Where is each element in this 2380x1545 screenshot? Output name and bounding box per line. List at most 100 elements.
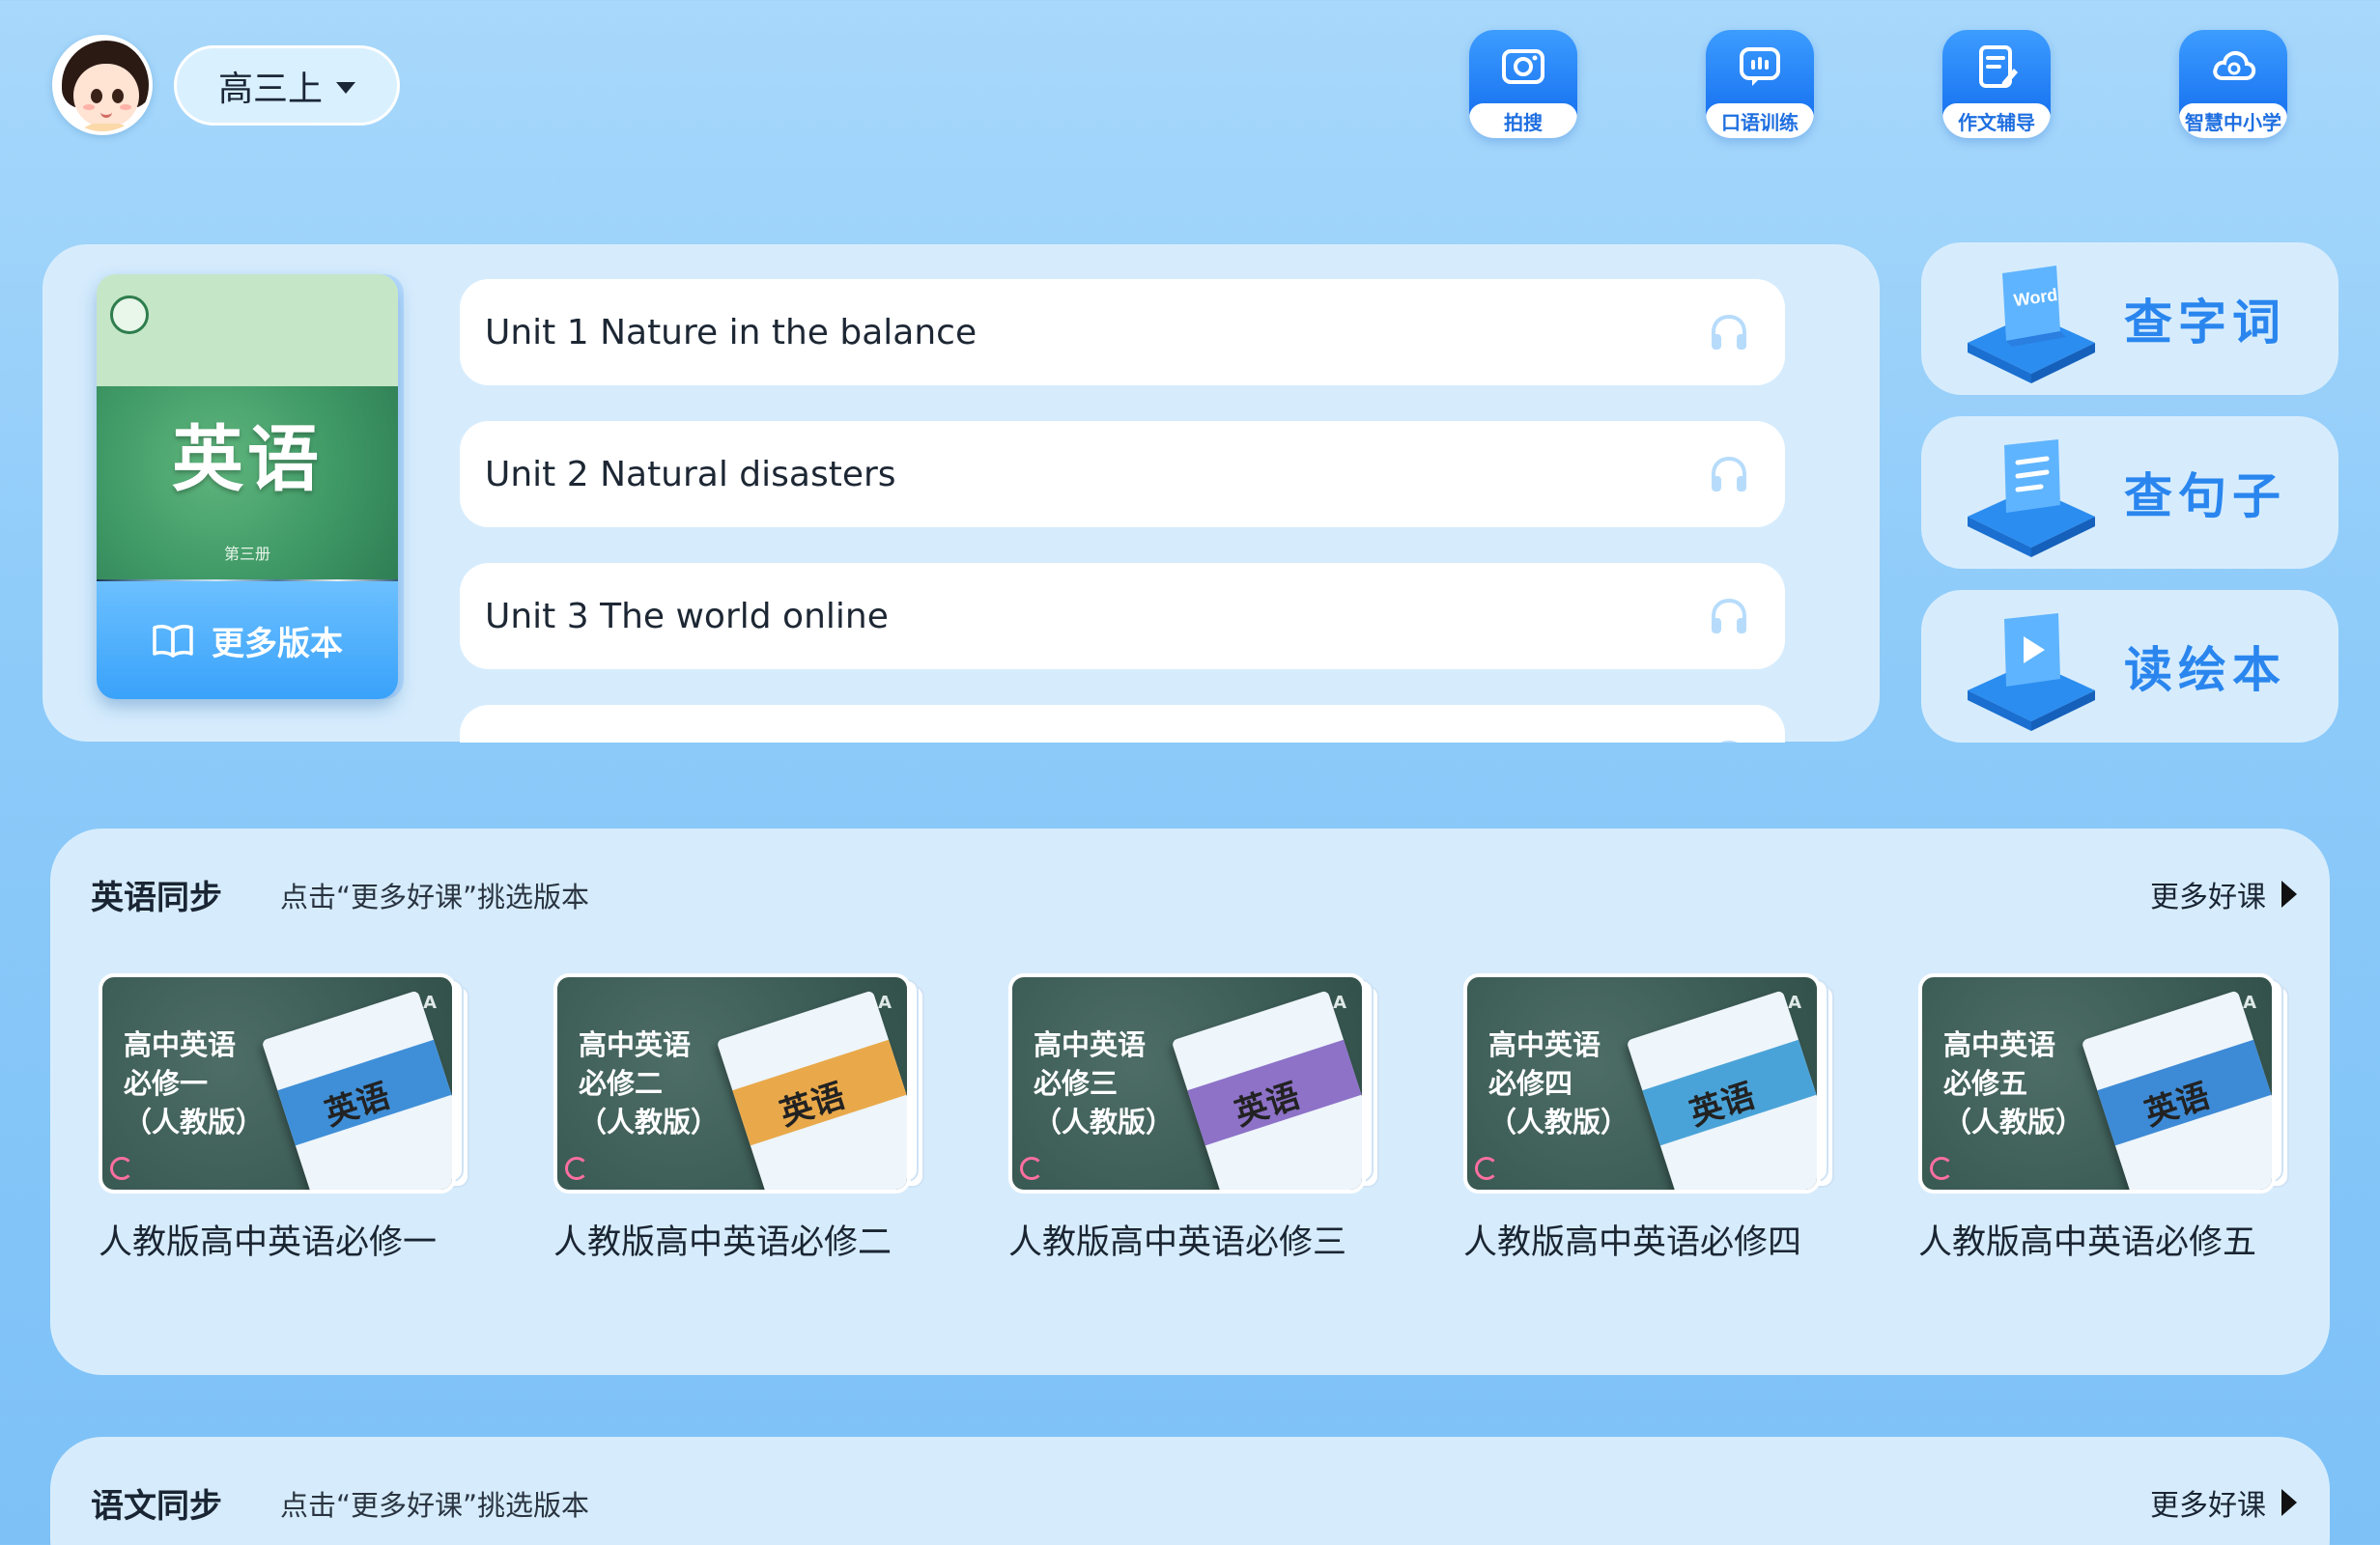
course-name: 人教版高中英语必修一 [99,1223,438,1262]
course-board-text: 高中英语 必修三 （人教版） [1034,1025,1174,1141]
course-card[interactable]: A 英语 高中英语 必修二 （人教版） 人教版高中英语必修二 [553,973,930,1264]
course-board-text: 高中英语 必修二 （人教版） [579,1025,719,1141]
section-hint: 点击“更多好课”挑选版本 [280,881,590,913]
brand-logo-icon [1475,1157,1498,1180]
more-versions-button[interactable]: 更多版本 [97,581,398,699]
play-book-icon [1968,613,2095,731]
unit-item[interactable]: Unit 1 Nature in the balance [460,279,1785,385]
open-book-icon [153,625,193,658]
document-edit-icon [1979,45,2018,88]
tool-label: 智慧中小学 [2179,103,2287,138]
chalkboard-cover: A 英语 高中英语 必修一 （人教版） [99,973,456,1194]
tool-essay-guidance[interactable]: 作文辅导 [1942,30,2051,138]
unit-list[interactable]: Unit 1 Nature in the balance Unit 2 Natu… [460,279,1785,743]
grade-a-icon: A [878,993,892,1013]
lookup-words-button[interactable]: Word 查字词 [1921,242,2338,395]
headphones-icon[interactable] [1708,311,1750,353]
section-hint: 点击“更多好课”挑选版本 [280,1489,590,1522]
avatar-face [73,64,139,127]
tool-label: 作文辅导 [1942,103,2051,138]
board-line: 高中英语 [1943,1028,2056,1061]
board-line: 必修五 [1943,1067,2028,1100]
headphones-icon[interactable] [1708,595,1750,637]
unit-label: Unit 1 Nature in the balance [485,312,978,352]
tool-smart-school[interactable]: 智慧中小学 [2179,30,2287,138]
avatar-blush [120,104,131,110]
course-name: 人教版高中英语必修二 [553,1223,892,1262]
more-courses-link[interactable]: 更多好课 [2150,1481,2297,1524]
board-line: 必修一 [124,1067,209,1100]
more-courses-label: 更多好课 [2150,881,2266,914]
more-courses-label: 更多好课 [2150,1489,2266,1523]
unit-item[interactable]: Unit 3 The world online [460,563,1785,669]
avatar[interactable] [52,35,153,135]
board-line: 高中英语 [124,1028,237,1061]
side-button-label: 读绘本 [2124,642,2286,698]
textbook-image: 英语 [2081,990,2272,1190]
board-line: （人教版） [124,1106,265,1138]
textbook-title: 英语 [172,418,323,501]
side-button-label: 查字词 [2124,295,2286,351]
board-line: 必修四 [1488,1067,1573,1100]
textbook-cover[interactable]: 英语 第三册 更多版本 [97,274,398,699]
course-thumbnail: A 英语 高中英语 必修一 （人教版） [99,973,469,1194]
course-card[interactable]: A 英语 高中英语 必修三 （人教版） 人教版高中英语必修三 [1008,973,1385,1264]
course-board-text: 高中英语必修一 （人教版） [124,1025,264,1141]
avatar-body [77,124,135,131]
tool-oral-training[interactable]: 口语训练 [1706,30,1814,138]
cover-top [97,274,398,386]
board-line: 高中英语 [579,1028,692,1061]
cloud-icon [2213,51,2256,80]
word-book-icon: Word [1968,266,2095,383]
textbook-image: 英语 [716,990,907,1190]
course-name: 人教版高中英语必修五 [1918,1223,2257,1262]
avatar-blush [83,104,95,110]
brand-logo-icon [110,1157,133,1180]
section-title: 英语同步 [91,879,222,917]
camera-icon [1502,49,1544,84]
course-name: 人教版高中英语必修三 [1008,1223,1347,1262]
tool-label: 口语训练 [1706,103,1814,138]
chevron-right-icon [2281,881,2297,908]
lookup-sentences-button[interactable]: 查句子 [1921,416,2338,569]
unit-label: Unit 3 The world online [485,596,889,636]
grade-a-icon: A [1788,993,1801,1013]
course-card[interactable]: A 英语 高中英语 必修五 （人教版） 人教版高中英语必修五 [1918,973,2295,1264]
more-courses-link[interactable]: 更多好课 [2150,873,2297,915]
headphones-icon[interactable] [1708,453,1750,495]
course-thumbnail: A 英语 高中英语 必修五 （人教版） [1918,973,2289,1194]
avatar-eye [112,89,124,103]
grade-a-icon: A [2243,993,2256,1013]
course-board-text: 高中英语 必修五 （人教版） [1943,1025,2083,1141]
english-sync-section: 英语同步 点击“更多好课”挑选版本 更多好课 A 英语 高中英语 必修一 （人教版） 人教… [50,829,2330,1375]
avatar-eye [91,89,102,103]
chalkboard-cover: A 英语 高中英语 必修三 （人教版） [1008,973,1366,1194]
course-thumbnail: A 英语 高中英语 必修二 （人教版） [553,973,924,1194]
course-card[interactable]: A 英语 高中英语 必修四 （人教版） 人教版高中英语必修四 [1463,973,1840,1264]
tool-photo-search[interactable]: 拍搜 [1469,30,1577,138]
unit-label: Unit 2 Natural disasters [485,454,896,494]
tool-label: 拍搜 [1469,103,1577,138]
board-line: （人教版） [1034,1106,1175,1138]
course-board-text: 高中英语 必修四 （人教版） [1488,1025,1629,1141]
more-versions-label: 更多版本 [212,624,343,663]
sentence-book-icon [1968,439,2095,557]
textbook-image: 英语 [1626,990,1817,1190]
section-title: 语文同步 [91,1487,222,1526]
grade-select[interactable]: 高三上 [174,45,400,126]
board-line: （人教版） [1488,1106,1629,1138]
unit-item[interactable]: Unit 2 Natural disasters [460,421,1785,527]
headphones-icon[interactable] [1708,737,1750,743]
grade-a-icon: A [1333,993,1346,1013]
side-button-label: 查句子 [2124,468,2286,524]
speech-bubble-icon [1740,47,1780,86]
board-line: 必修二 [579,1067,664,1100]
course-card[interactable]: A 英语 高中英语 必修一 （人教版） 人教版高中英语必修一 [99,973,475,1264]
chevron-right-icon [2281,1489,2297,1516]
chalkboard-cover: A 英语 高中英语 必修四 （人教版） [1463,973,1821,1194]
brand-logo-icon [1930,1157,1953,1180]
unit-item[interactable] [460,705,1785,743]
textbook-image: 英语 [261,990,452,1190]
course-thumbnail: A 英语 高中英语 必修三 （人教版） [1008,973,1379,1194]
read-picture-book-button[interactable]: 读绘本 [1921,590,2338,743]
